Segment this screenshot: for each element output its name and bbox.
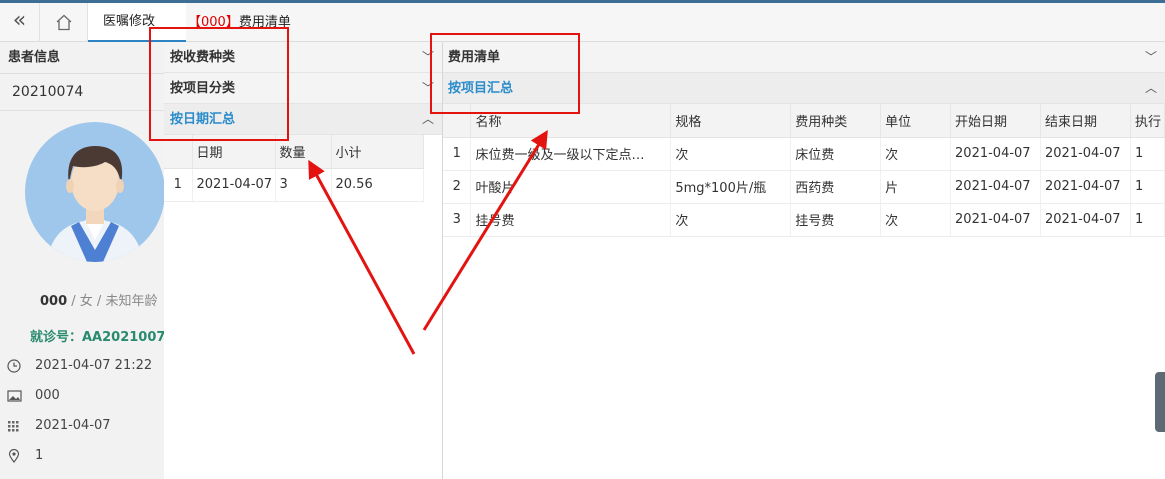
annotation-box-left (149, 27, 289, 141)
column-header[interactable]: 单位 (880, 104, 952, 138)
cell-start: 2021-04-07 (950, 170, 1041, 204)
date-summary-table: 日期 数量 小计 1 2021-04-07 3 20.56 (164, 135, 424, 202)
chevron-up-icon: ︿ (1144, 81, 1157, 95)
cell-exec: 1 (1130, 170, 1165, 204)
patient-sex-age: / 女 / 未知年龄 (71, 294, 158, 309)
cell-end: 2021-04-07 (1040, 170, 1131, 204)
cell-name: 挂号费 (470, 203, 672, 237)
cell-spec: 次 (670, 203, 792, 237)
scroll-handle[interactable] (1155, 372, 1165, 432)
annotation-box-right (430, 33, 580, 114)
clock-icon (7, 358, 21, 373)
cell-exec: 1 (1130, 137, 1165, 171)
home-icon (56, 14, 72, 31)
cell-subtotal: 20.56 (331, 168, 424, 202)
cell-end: 2021-04-07 (1040, 203, 1131, 237)
cell-type: 床位费 (790, 137, 882, 171)
image-icon (7, 389, 22, 402)
cell-start: 2021-04-07 (950, 203, 1041, 237)
cell-name: 叶酸片 (470, 170, 672, 204)
cell-unit: 次 (880, 137, 952, 171)
cell-type: 挂号费 (790, 203, 882, 237)
visit-number: 就诊号：AA20210074 (30, 330, 165, 345)
row-number: 3 (443, 203, 472, 237)
cell-exec: 1 (1130, 203, 1165, 237)
location-row: 1 (7, 446, 43, 466)
column-header[interactable]: 规格 (670, 104, 792, 138)
row-number: 1 (164, 168, 193, 202)
column-header[interactable]: 小计 (331, 135, 424, 169)
location-icon (8, 448, 20, 463)
patient-basic-info: 000 / 女 / 未知年龄 (40, 290, 157, 309)
patient-name: 000 (40, 294, 68, 309)
grid-icon (8, 420, 19, 431)
home-button[interactable] (40, 3, 88, 42)
cell-spec: 5mg*100片/瓶 (670, 170, 792, 204)
patient-panel: 患者信息 20210074 000 / 女 / 未知年龄 就诊号：AA20210… (0, 42, 165, 479)
image-field: 000 (35, 388, 60, 403)
avatar (25, 122, 164, 262)
record-date: 2021-04-07 (35, 418, 111, 433)
admit-time-row: 2021-04-07 21:22 (7, 356, 152, 376)
cell-unit: 片 (880, 170, 952, 204)
table-row[interactable]: 1 床位费一级及一级以下定点… 次 床位费 次 2021-04-07 2021-… (443, 137, 1165, 171)
patient-header: 患者信息 (0, 42, 164, 74)
image-row: 000 (7, 386, 60, 406)
cell-end: 2021-04-07 (1040, 137, 1131, 171)
admit-time: 2021-04-07 21:22 (35, 358, 153, 373)
column-header[interactable]: 执行 (1130, 104, 1165, 138)
cell-name: 床位费一级及一级以下定点… (470, 137, 672, 171)
table-row[interactable]: 3 挂号费 次 挂号费 次 2021-04-07 2021-04-07 1 (443, 203, 1165, 237)
patient-id: 20210074 (0, 74, 164, 111)
column-header[interactable]: 结束日期 (1040, 104, 1131, 138)
column-header[interactable]: 开始日期 (950, 104, 1041, 138)
row-number: 1 (443, 137, 472, 171)
cell-unit: 次 (880, 203, 952, 237)
table-row[interactable]: 1 2021-04-07 3 20.56 (164, 168, 424, 202)
column-header[interactable]: 费用种类 (790, 104, 882, 138)
fee-table: 名称 规格 费用种类 单位 开始日期 结束日期 执行 1 床位费一级及一级以下定… (443, 104, 1165, 237)
row-number: 2 (443, 170, 472, 204)
date-row: 2021-04-07 (7, 416, 111, 436)
cell-spec: 次 (670, 137, 792, 171)
location-field: 1 (35, 448, 44, 463)
table-row[interactable]: 2 叶酸片 5mg*100片/瓶 西药费 片 2021-04-07 2021-0… (443, 170, 1165, 204)
cell-date: 2021-04-07 (192, 168, 276, 202)
cell-qty: 3 (275, 168, 332, 202)
cell-start: 2021-04-07 (950, 137, 1041, 171)
cell-type: 西药费 (790, 170, 882, 204)
collapse-icon[interactable]: « (0, 3, 40, 42)
chevron-down-icon: ﹀ (1144, 50, 1157, 64)
